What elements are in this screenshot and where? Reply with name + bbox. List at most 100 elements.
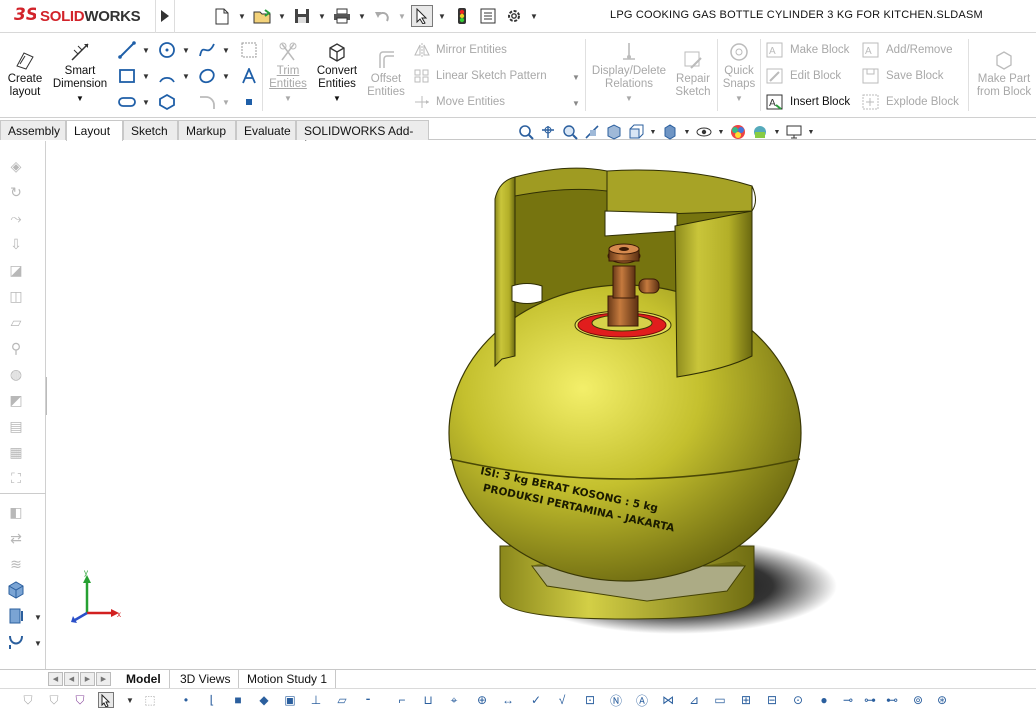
slot-tool-icon[interactable] [116,92,138,112]
rectangle-tool-icon[interactable] [116,66,138,86]
select-dropdown-icon[interactable]: ▼ [437,12,447,21]
line-dropdown-icon[interactable]: ▼ [142,46,150,55]
undo-icon[interactable] [371,5,393,27]
sidebar-sheet-icon[interactable]: ◧ [6,502,26,522]
explode-block-button[interactable]: Explode Block [862,94,959,110]
create-layout-button[interactable]: Create layout [6,49,44,99]
options-dropdown-icon[interactable]: ▼ [529,12,539,21]
fillet-tool-icon[interactable] [196,92,218,112]
sidebar-flip-icon[interactable]: ⇄ [6,528,26,548]
filter-weld-icon[interactable]: Ⓝ [608,692,624,708]
offset-entities-button[interactable]: Offset Entities [366,49,406,99]
print-icon[interactable] [331,5,353,27]
filter-dowel-icon[interactable]: ▭ [712,692,728,708]
insert-block-button[interactable]: A Insert Block [766,94,850,110]
view-settings-icon[interactable] [785,123,803,141]
previous-view-icon[interactable] [561,123,579,141]
tab-layout[interactable]: Layout [66,120,123,141]
convert-dropdown-icon[interactable]: ▼ [314,92,360,105]
expand-menu-button[interactable] [155,0,175,33]
quick-snaps-dropdown-icon[interactable]: ▼ [720,92,758,105]
sidebar-component-icon[interactable]: ◩ [6,390,26,410]
new-document-icon[interactable] [211,5,233,27]
filter-surface-finish-icon[interactable]: ✓ [528,692,544,708]
sidebar-tool-icon[interactable]: ◈ [6,156,26,176]
text-tool-icon[interactable] [238,66,260,86]
sidebar-plane-icon[interactable]: ▱ [6,312,26,332]
filter-dimension-icon[interactable]: ↔ [500,692,516,708]
file-properties-icon[interactable] [477,5,499,27]
mirror-entities-button[interactable]: Mirror Entities [414,43,507,57]
save-block-button[interactable]: Save Block [862,68,944,84]
circle-dropdown-icon[interactable]: ▼ [182,46,190,55]
select-pointer-icon[interactable] [98,692,114,708]
sidebar-rebuild-icon[interactable] [6,606,26,626]
sidebar-3d-box-icon[interactable] [6,580,26,600]
sidebar-move-icon[interactable]: ⤳ [6,208,26,228]
ellipse-dropdown-icon[interactable]: ▼ [222,72,230,81]
filter-cosmetic-thread-icon[interactable]: ⋈ [660,692,676,708]
filter-plane-icon[interactable]: ▱ [334,692,350,708]
repair-sketch-button[interactable]: Repair Sketch [673,49,713,99]
polygon-tool-icon[interactable] [156,92,178,112]
hide-show-dropdown-icon[interactable]: ▼ [717,123,725,141]
linear-sketch-pattern-button[interactable]: Linear Sketch Pattern [414,69,547,83]
graphics-area[interactable]: ISI: 3 kg BERAT KOSONG : 5 kg PRODUKSI P… [47,141,1036,669]
sidebar-face-icon[interactable]: ◪ [6,260,26,280]
move-dropdown-icon[interactable]: ▼ [572,99,580,108]
prev-tab-arrow-icon[interactable]: ◀ [64,672,79,686]
filter-axis-icon[interactable]: ⊥ [308,692,324,708]
select-cursor-icon[interactable] [411,5,433,27]
sidebar-rotate-icon[interactable]: ↻ [6,182,26,202]
first-tab-arrow-icon[interactable]: ◀ [48,672,63,686]
sidebar-stack-icon[interactable]: ▦ [6,442,26,462]
last-tab-arrow-icon[interactable]: ▶ [96,672,111,686]
apply-scene-icon[interactable] [751,123,769,141]
convert-entities-button[interactable]: Convert Entities ▼ [314,41,360,105]
filter-sketch-segment-icon[interactable]: ⌐ [394,692,410,708]
smart-dimension-button[interactable]: Smart Dimension ▼ [51,41,109,105]
sidebar-frame-icon[interactable]: ⛶ [6,468,26,488]
edit-block-button[interactable]: Edit Block [766,68,841,84]
smart-dimension-dropdown-icon[interactable]: ▼ [51,92,109,105]
sidebar-curve-dropdown-icon[interactable]: ▼ [34,639,42,648]
options-gear-icon[interactable] [503,5,525,27]
filter-geometric-tolerance-icon[interactable]: √ [554,692,570,708]
tab-markup[interactable]: Markup [178,120,236,140]
filter-toggle-icon[interactable]: ⛉ [20,692,36,708]
make-block-button[interactable]: A Make Block [766,42,849,58]
save-dropdown-icon[interactable]: ▼ [317,12,327,21]
new-dropdown-icon[interactable]: ▼ [237,12,247,21]
filter-table-icon[interactable]: ⊶ [862,692,878,708]
filter-datum-icon[interactable]: ⊡ [582,692,598,708]
rectangle-dropdown-icon[interactable]: ▼ [142,72,150,81]
sidebar-pattern-icon[interactable]: ▤ [6,416,26,436]
open-folder-icon[interactable] [251,5,273,27]
tab-solidworks-add-ins[interactable]: SOLIDWORKS Add-Ins [296,120,429,152]
next-tab-arrow-icon[interactable]: ▶ [80,672,95,686]
apply-scene-dropdown-icon[interactable]: ▼ [773,123,781,141]
trim-dropdown-icon[interactable]: ▼ [267,92,309,105]
filter-surface-icon[interactable]: ◆ [256,692,272,708]
point-tool-icon[interactable] [238,92,260,112]
filter-bom-icon[interactable]: ● [816,692,832,708]
sidebar-arrow-down-icon[interactable]: ⇩ [6,234,26,254]
filter-all-icon[interactable]: ⛉ [72,692,88,708]
open-dropdown-icon[interactable]: ▼ [277,12,287,21]
relations-dropdown-icon[interactable]: ▼ [590,92,668,105]
filter-sketch-point-icon[interactable]: ⁃ [360,692,376,708]
solidworks-logo[interactable]: 3S SOLIDWORKS [0,0,155,33]
circle-tool-icon[interactable] [156,40,178,60]
select-pointer-dropdown-icon[interactable]: ▼ [126,696,134,705]
line-tool-icon[interactable] [116,40,138,60]
sidebar-curve-icon[interactable] [6,632,26,652]
lasso-icon[interactable]: ⬚ [142,692,158,708]
display-style-icon[interactable] [661,123,679,141]
filter-block-icon[interactable]: ⊿ [686,692,702,708]
filter-balloon-icon[interactable]: ⊸ [840,692,856,708]
display-delete-relations-button[interactable]: Display/Delete Relations ▼ [590,41,668,105]
view-orientation-dropdown-icon[interactable]: ▼ [649,123,657,141]
sidebar-rebuild-dropdown-icon[interactable]: ▼ [34,613,42,622]
arc-tool-icon[interactable] [156,66,178,86]
fillet-dropdown-icon[interactable]: ▼ [222,98,230,107]
